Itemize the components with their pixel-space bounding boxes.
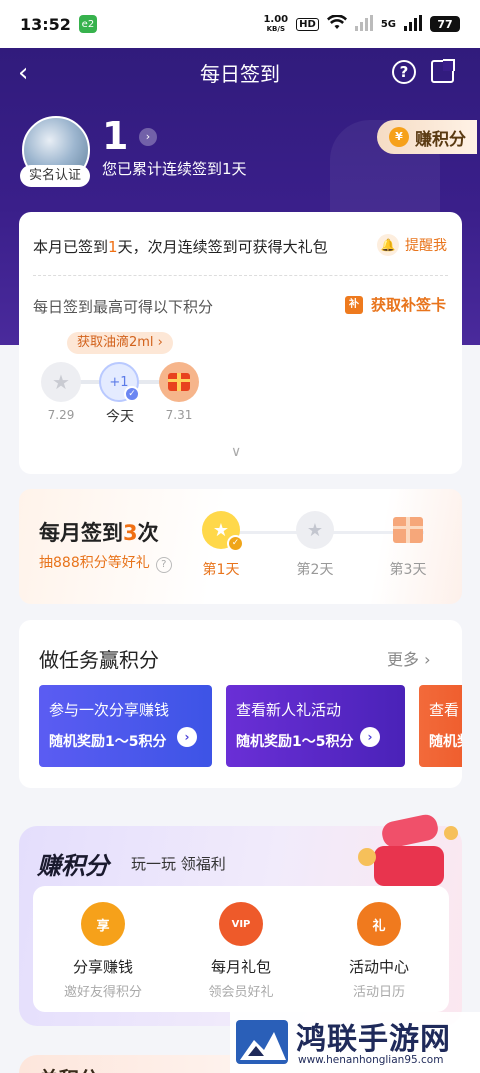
day-label-today: 今天 <box>106 409 134 425</box>
makeup-card-icon: 补 <box>345 295 363 314</box>
status-bar: 13:52 e2 1.00 KB/S HD 5G 77 <box>0 0 480 48</box>
signin-days-count: 1 <box>102 114 129 158</box>
app-notification-icon: e2 <box>78 15 97 33</box>
item-label: 每月礼包 <box>210 958 271 976</box>
back-icon[interactable]: ‹ <box>18 58 28 88</box>
network-type: 5G <box>380 18 396 30</box>
share-icon[interactable] <box>431 59 455 83</box>
nav-bar: ‹ 每日签到 ? <box>0 48 480 96</box>
month-signin-text: 本月已签到1天，次月连续签到可获得大礼包 <box>33 238 328 256</box>
task-card[interactable]: 查看新人礼活动 随机奖励1～5积分 › <box>226 685 405 767</box>
arrow-right-icon[interactable]: › <box>177 727 197 747</box>
verified-badge: 实名认证 <box>20 165 90 187</box>
task-reward: 随机奖励1～5积分 <box>49 734 167 750</box>
step-label: 第2天 <box>296 562 334 578</box>
task-title: 参与一次分享赚钱 <box>49 701 170 719</box>
monthly-gift-item[interactable]: VIP 每月礼包 领会员好礼 <box>181 902 301 1000</box>
earn-title: 赚积分 <box>37 852 109 880</box>
hd-icon: HD <box>296 17 319 31</box>
earn-items: 享 分享赚钱 邀好友得积分 VIP 每月礼包 领会员好礼 礼 活动中心 活动日历 <box>33 886 449 1012</box>
more-link[interactable]: 更多 › <box>387 646 431 670</box>
earn-points-card: 赚积分 玩一玩 领福利 享 分享赚钱 邀好友得积分 VIP 每月礼包 领会员好礼… <box>19 812 462 1026</box>
wifi-icon <box>326 13 347 34</box>
tasks-card: 做任务赢积分 更多 › 参与一次分享赚钱 随机奖励1～5积分 › 查看新人礼活动… <box>19 620 462 788</box>
check-icon: ✓ <box>227 535 244 552</box>
vip-crown-icon: VIP <box>219 902 263 946</box>
task-card[interactable]: 参与一次分享赚钱 随机奖励1～5积分 › <box>39 685 212 767</box>
bell-icon: 🔔 <box>377 234 399 256</box>
task-title: 查看 <box>429 701 460 719</box>
signal-5g-icon <box>404 14 422 34</box>
check-icon: ✓ <box>124 386 140 402</box>
arrow-right-icon[interactable]: › <box>360 727 380 747</box>
item-desc: 领会员好礼 <box>208 985 274 1000</box>
gift-icon[interactable] <box>389 511 427 549</box>
today-signin-dot[interactable]: +1 ✓ <box>99 362 140 402</box>
chevron-down-icon[interactable]: ∨ <box>231 444 241 460</box>
monthly-signin-card: 每月签到3次 抽888积分等好礼? ★ ✓ ★ 第1天 第2天 第3天 <box>19 489 462 604</box>
remind-me-button[interactable]: 🔔 提醒我 <box>377 234 447 256</box>
day-label: 7.29 <box>47 408 75 422</box>
task-reward: 随机奖励1～5积分 <box>236 734 354 750</box>
step-label: 第3天 <box>389 562 427 578</box>
chevron-right-icon[interactable]: › <box>139 128 157 146</box>
item-desc: 邀好友得积分 <box>63 985 142 1000</box>
question-icon[interactable]: ? <box>155 557 172 573</box>
redeem-title: 兑积分 <box>39 1063 99 1073</box>
oil-drop-tip[interactable]: 获取油滴2ml › <box>67 332 173 354</box>
activity-center-item[interactable]: 礼 活动中心 活动日历 <box>319 902 439 1000</box>
day-label: 7.31 <box>165 408 193 422</box>
watermark-name: 鸿联手游网 <box>296 1022 451 1057</box>
earn-subtitle: 玩一玩 领福利 <box>131 855 226 873</box>
coin-icon: ¥ <box>389 127 409 147</box>
star-icon: ★ <box>296 511 334 549</box>
item-desc: 活动日历 <box>352 985 405 1000</box>
earn-points-button[interactable]: ¥ 赚积分 <box>377 120 477 154</box>
item-label: 活动中心 <box>348 958 409 976</box>
day-star-icon: ★ <box>41 362 81 402</box>
star-coin-icon: ★ ✓ <box>202 511 244 552</box>
makeup-card-button[interactable]: 补 获取补签卡 <box>345 294 446 315</box>
network-speed: 1.00 KB/S <box>263 13 289 33</box>
monthly-subtitle[interactable]: 抽888积分等好礼? <box>39 552 172 573</box>
task-card[interactable]: 查看 随机奖 <box>419 685 462 767</box>
signal-icon <box>354 14 373 34</box>
gift-icon[interactable] <box>159 362 199 402</box>
divider <box>33 275 448 276</box>
share-earn-item[interactable]: 享 分享赚钱 邀好友得积分 <box>43 902 163 1000</box>
watermark-logo-icon <box>236 1020 288 1064</box>
earn-points-label: 赚积分 <box>415 129 466 150</box>
task-title: 查看新人礼活动 <box>236 701 342 719</box>
gift-box-illustration <box>358 812 458 890</box>
activity-icon: 礼 <box>357 902 401 946</box>
share-icon: 享 <box>81 902 125 946</box>
daily-points-text: 每日签到最高可得以下积分 <box>33 298 214 316</box>
watermark: 鸿联手游网 www.henanhonglian95.com <box>230 1012 480 1073</box>
tasks-title: 做任务赢积分 <box>39 648 159 672</box>
status-time: 13:52 <box>20 14 71 34</box>
signin-card: 本月已签到1天，次月连续签到可获得大礼包 🔔 提醒我 每日签到最高可得以下积分 … <box>19 212 462 474</box>
watermark-url: www.henanhonglian95.com <box>298 1054 444 1066</box>
signin-days-text: 您已累计连续签到1天 <box>102 160 247 178</box>
task-reward: 随机奖 <box>429 734 462 750</box>
help-icon[interactable]: ? <box>392 60 416 84</box>
battery-indicator: 77 <box>430 16 460 32</box>
monthly-title: 每月签到3次 <box>39 521 159 545</box>
step-label: 第1天 <box>202 562 240 578</box>
item-label: 分享赚钱 <box>72 958 133 976</box>
